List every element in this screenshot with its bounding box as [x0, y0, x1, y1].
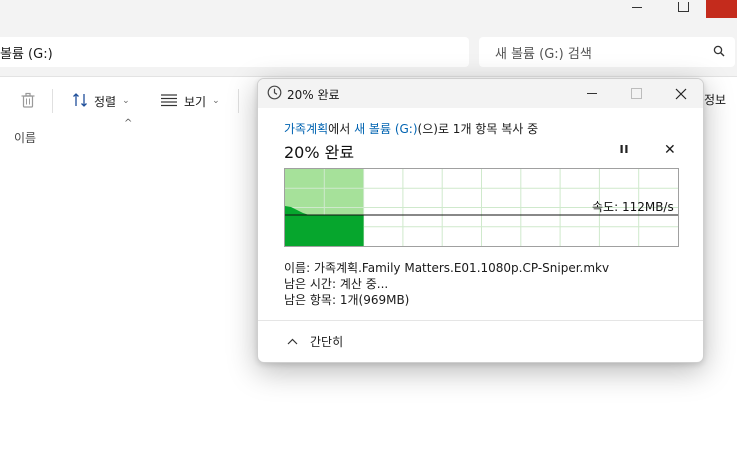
search-input[interactable]: 새 볼륨 (G:) 검색 — [479, 37, 735, 67]
items-remaining-line: 남은 항목: 1개(969MB) — [284, 293, 410, 307]
dialog-titlebar: 20% 완료 — [258, 79, 703, 108]
pause-button[interactable] — [618, 143, 630, 158]
dialog-footer-divider — [258, 320, 703, 321]
explorer-titlebar — [0, 0, 737, 28]
search-placeholder: 새 볼륨 (G:) 검색 — [495, 46, 592, 62]
copy-progress-dialog: 20% 완료 가족계획에서 새 볼륨 (G:)(으)로 1개 항목 복사 중 2… — [257, 78, 704, 363]
cancel-copy-button[interactable]: ✕ — [664, 143, 676, 157]
sort-label: 정렬 — [94, 94, 117, 109]
fewer-details-label: 간단히 — [310, 335, 344, 349]
view-icon — [160, 93, 178, 110]
copy-mid-text: 에서 — [328, 122, 355, 136]
source-folder-link[interactable]: 가족계획 — [284, 122, 328, 136]
toolbar-separator — [52, 89, 53, 113]
pause-icon — [620, 145, 628, 153]
dialog-maximize-button — [613, 79, 659, 108]
column-header-name[interactable]: 이름 — [14, 129, 36, 146]
trash-icon — [20, 92, 36, 111]
sort-button[interactable]: 정렬 ⌄ — [72, 91, 130, 111]
fewer-details-button[interactable]: 간단히 — [287, 333, 343, 350]
chevron-down-icon: ⌄ — [212, 96, 220, 106]
view-label: 보기 — [184, 94, 207, 109]
search-icon — [713, 45, 725, 61]
time-remaining-line: 남은 시간: 계산 중... — [284, 277, 389, 291]
speed-label: 속도: 112MB/s — [592, 200, 674, 214]
clock-icon — [267, 85, 282, 103]
address-bar-area: 볼륨 (G:) 새 볼륨 (G:) 검색 — [0, 28, 737, 76]
close-icon — [675, 88, 687, 99]
delete-button[interactable] — [20, 91, 36, 111]
close-button[interactable] — [706, 0, 737, 18]
dialog-minimize-button[interactable] — [569, 79, 615, 108]
minimize-button[interactable] — [614, 0, 660, 14]
maximize-button[interactable] — [660, 0, 706, 14]
percent-complete-heading: 20% 완료 — [284, 143, 355, 162]
copy-status-line: 가족계획에서 새 볼륨 (G:)(으)로 1개 항목 복사 중 — [284, 120, 538, 137]
file-name-line: 이름: 가족계획.Family Matters.E01.1080p.CP-Sni… — [284, 261, 610, 275]
destination-link[interactable]: 새 볼륨 (G:) — [354, 122, 417, 136]
details-pane-button[interactable]: 정보 — [704, 91, 726, 108]
cancel-icon: ✕ — [664, 142, 676, 158]
address-path-text: 볼륨 (G:) — [0, 46, 53, 62]
address-path-field[interactable]: 볼륨 (G:) — [0, 37, 469, 67]
toolbar-separator — [238, 89, 239, 113]
copy-tail-text: (으)로 1개 항목 복사 중 — [417, 122, 539, 136]
chevron-up-icon — [287, 338, 298, 345]
dialog-close-button[interactable] — [658, 79, 703, 108]
view-button[interactable]: 보기 ⌄ — [160, 91, 220, 111]
chevron-down-icon: ⌄ — [122, 96, 130, 106]
sort-icon — [72, 92, 88, 111]
sort-ascending-icon: ^ — [124, 118, 133, 129]
dialog-title: 20% 완료 — [287, 88, 340, 102]
